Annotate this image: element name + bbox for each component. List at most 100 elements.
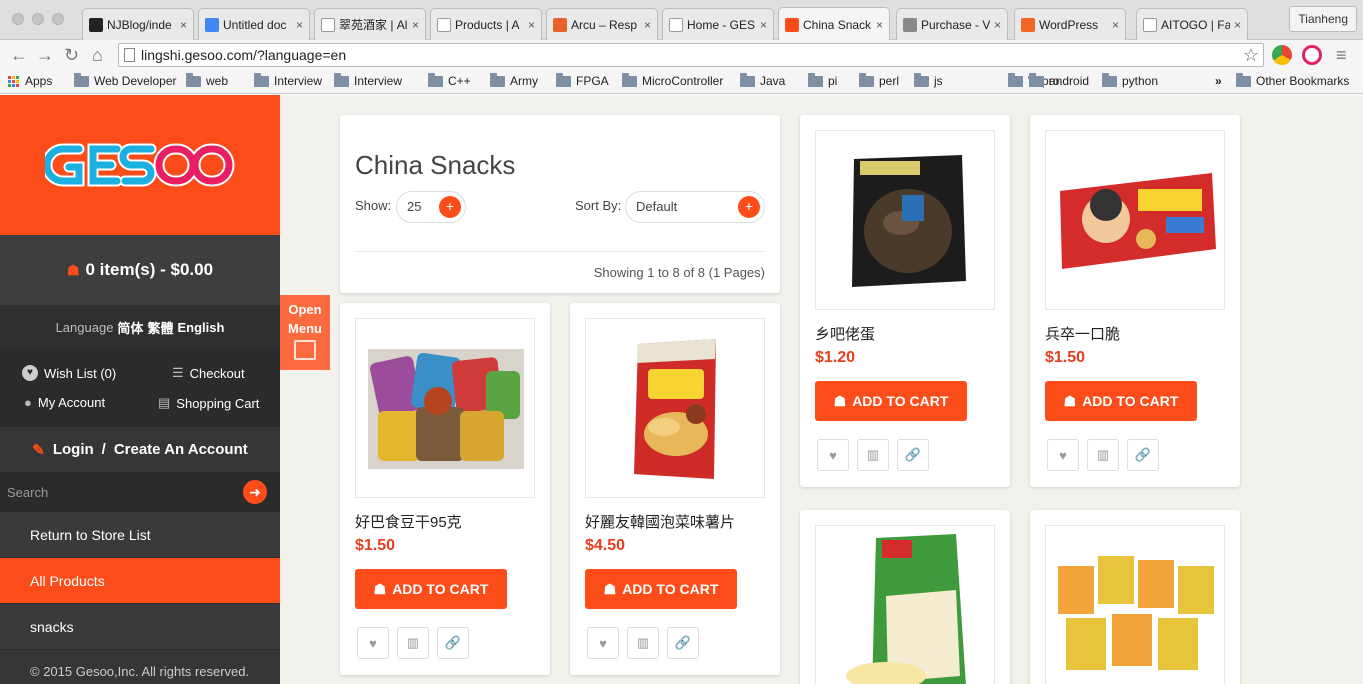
- forward-arrow-icon[interactable]: →: [36, 45, 54, 65]
- bookmark-folder[interactable]: Interview: [334, 72, 402, 88]
- product-image[interactable]: [815, 130, 995, 310]
- close-tab-icon[interactable]: ×: [876, 18, 883, 32]
- close-tab-icon[interactable]: ×: [412, 18, 419, 32]
- bookmark-folder[interactable]: python: [1102, 72, 1158, 88]
- close-tab-icon[interactable]: ×: [994, 18, 1001, 32]
- close-tab-icon[interactable]: ×: [644, 18, 651, 32]
- close-tab-icon[interactable]: ×: [296, 18, 303, 32]
- bookmark-folder[interactable]: FPGA: [556, 72, 609, 88]
- menu-all-products[interactable]: All Products: [0, 558, 280, 604]
- search-submit-arrow-icon[interactable]: ➜: [243, 480, 267, 504]
- show-label: Show:: [355, 198, 392, 213]
- open-menu-button[interactable]: Open Menu: [280, 295, 330, 370]
- address-bar[interactable]: lingshi.gesoo.com/?language=en ☆: [118, 43, 1264, 67]
- product-image[interactable]: [1045, 525, 1225, 684]
- bookmark-folder[interactable]: pi: [808, 72, 837, 88]
- product-name[interactable]: 乡吧佬蛋: [815, 323, 875, 344]
- product-image[interactable]: [815, 525, 995, 684]
- minimize-window-button[interactable]: [32, 13, 44, 25]
- product-image[interactable]: [585, 318, 765, 498]
- address-url: lingshi.gesoo.com/?language=en: [141, 47, 347, 63]
- wishlist-heart-icon[interactable]: ♥: [357, 627, 389, 659]
- browser-tab[interactable]: WordPress ×: [1014, 8, 1126, 40]
- sort-select[interactable]: Default +: [625, 191, 765, 223]
- product-image[interactable]: [1045, 130, 1225, 310]
- close-window-button[interactable]: [12, 13, 24, 25]
- language-english[interactable]: English: [177, 320, 224, 335]
- browser-tab[interactable]: Purchase - V ×: [896, 8, 1008, 40]
- compare-chart-icon[interactable]: ▥: [1087, 439, 1119, 471]
- language-simplified[interactable]: 简体: [117, 318, 143, 337]
- bookmark-folder[interactable]: Java: [740, 72, 785, 88]
- bookmarks-overflow-button[interactable]: »: [1215, 74, 1222, 88]
- folder-icon: [254, 72, 269, 87]
- compare-chart-icon[interactable]: ▥: [397, 627, 429, 659]
- menu-return-to-store-list[interactable]: Return to Store List: [0, 512, 280, 558]
- close-tab-icon[interactable]: ×: [180, 18, 187, 32]
- home-icon[interactable]: ⌂: [92, 45, 103, 65]
- cart-summary[interactable]: ☗ 0 item(s) - $0.00: [0, 235, 280, 305]
- browser-tab[interactable]: 翠苑酒家 | Al ×: [314, 8, 426, 40]
- product-name[interactable]: 兵卒一口脆: [1045, 323, 1120, 344]
- bookmark-star-icon[interactable]: ☆: [1243, 44, 1259, 66]
- wishlist-heart-icon[interactable]: ♥: [817, 439, 849, 471]
- shopping-cart-link[interactable]: ▤ Shopping Cart: [158, 395, 259, 411]
- browser-tab[interactable]: Arcu – Resp ×: [546, 8, 658, 40]
- close-tab-icon[interactable]: ×: [1234, 18, 1241, 32]
- close-tab-icon[interactable]: ×: [528, 18, 535, 32]
- language-traditional[interactable]: 繁體: [147, 318, 173, 337]
- close-tab-icon[interactable]: ×: [760, 18, 767, 32]
- copyright: © 2015 Gesoo,Inc. All rights reserved.: [30, 664, 250, 679]
- add-to-cart-button[interactable]: ☗ ADD TO CART: [355, 569, 507, 609]
- link-icon[interactable]: 🔗: [1127, 439, 1159, 471]
- page-icon: [1143, 17, 1157, 32]
- browser-tab[interactable]: AITOGO | Fa ×: [1136, 8, 1248, 40]
- wishlist-heart-icon[interactable]: ♥: [1047, 439, 1079, 471]
- search-input[interactable]: [0, 472, 235, 512]
- bookmark-folder[interactable]: Interview: [254, 72, 322, 88]
- browser-tab[interactable]: China Snack ×: [778, 7, 890, 41]
- compare-chart-icon[interactable]: ▥: [857, 439, 889, 471]
- add-to-cart-button[interactable]: ☗ ADD TO CART: [585, 569, 737, 609]
- close-tab-icon[interactable]: ×: [1112, 18, 1119, 32]
- my-account-link[interactable]: ● My Account: [24, 395, 105, 410]
- bookmark-folder[interactable]: perl: [859, 72, 899, 88]
- show-select[interactable]: 25 +: [396, 191, 466, 223]
- browser-tab[interactable]: Products | A ×: [430, 8, 542, 40]
- add-to-cart-button[interactable]: ☗ ADD TO CART: [1045, 381, 1197, 421]
- bookmark-folder[interactable]: C++: [428, 72, 471, 88]
- login-link[interactable]: Login: [53, 441, 94, 458]
- link-icon[interactable]: 🔗: [437, 627, 469, 659]
- create-account-link[interactable]: Create An Account: [114, 441, 248, 458]
- bookmark-folder[interactable]: Army: [490, 72, 538, 88]
- extension-icon[interactable]: [1302, 45, 1322, 65]
- link-icon[interactable]: 🔗: [897, 439, 929, 471]
- bookmark-folder[interactable]: web: [186, 72, 228, 88]
- compare-chart-icon[interactable]: ▥: [627, 627, 659, 659]
- apps-bookmark[interactable]: Apps: [8, 74, 52, 88]
- menu-snacks[interactable]: snacks: [0, 604, 280, 650]
- bookmark-folder[interactable]: android: [1029, 72, 1089, 88]
- wishlist-heart-icon[interactable]: ♥: [587, 627, 619, 659]
- wish-list-link[interactable]: ♥ Wish List (0): [22, 365, 116, 381]
- chrome-menu-icon[interactable]: ≡: [1336, 45, 1347, 65]
- bookmark-folder[interactable]: js: [914, 72, 943, 88]
- reload-icon[interactable]: ↻: [64, 45, 79, 65]
- other-bookmarks[interactable]: Other Bookmarks: [1236, 72, 1349, 88]
- browser-tab[interactable]: Untitled doc ×: [198, 8, 310, 40]
- browser-tab[interactable]: Home - GES ×: [662, 8, 774, 40]
- add-to-cart-button[interactable]: ☗ ADD TO CART: [815, 381, 967, 421]
- link-icon[interactable]: 🔗: [667, 627, 699, 659]
- bookmark-folder[interactable]: Web Developer: [74, 72, 177, 88]
- browser-tab[interactable]: NJBlog/inde ×: [82, 8, 194, 40]
- back-arrow-icon[interactable]: ←: [10, 45, 28, 65]
- product-name[interactable]: 好巴食豆干95克: [355, 511, 462, 532]
- chrome-extension-icon[interactable]: [1272, 45, 1292, 65]
- product-image[interactable]: [355, 318, 535, 498]
- zoom-window-button[interactable]: [52, 13, 64, 25]
- gesoo-logo[interactable]: [0, 95, 280, 235]
- checkout-link[interactable]: ☰ Checkout: [172, 365, 245, 381]
- profile-button[interactable]: Tianheng: [1289, 6, 1357, 32]
- bookmark-folder[interactable]: MicroController: [622, 72, 723, 88]
- product-name[interactable]: 好麗友韓國泡菜味薯片: [585, 511, 735, 532]
